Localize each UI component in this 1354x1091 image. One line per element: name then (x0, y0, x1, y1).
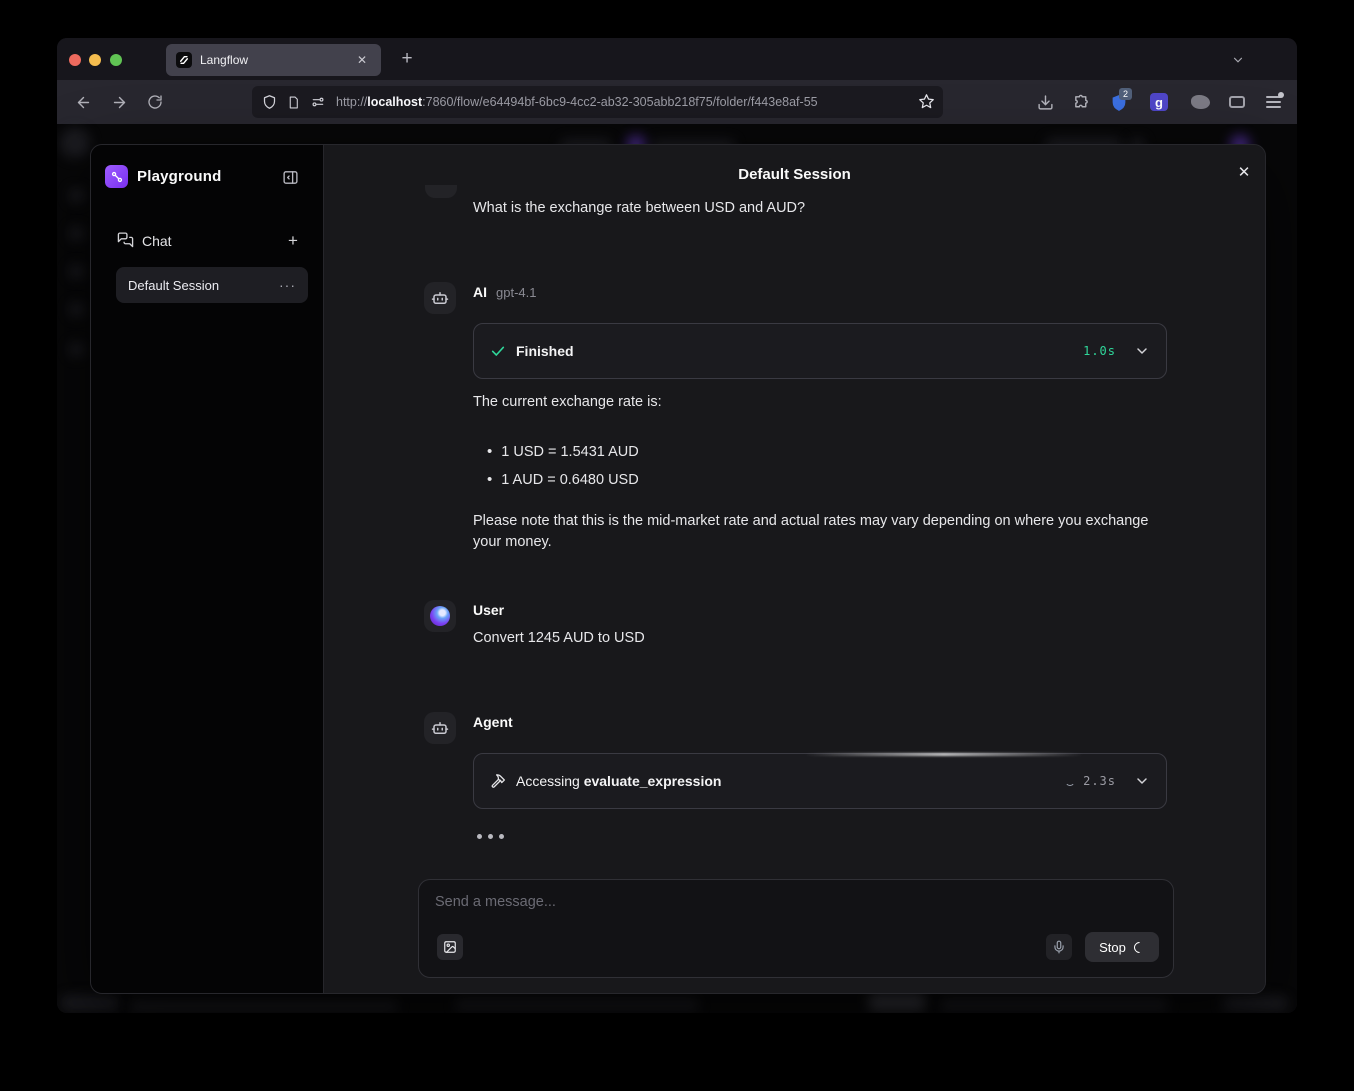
window-minimize-button[interactable] (89, 54, 101, 66)
new-tab-button[interactable]: + (393, 45, 421, 73)
session-label: Default Session (128, 278, 219, 293)
chat-section-row: Chat + (91, 227, 324, 255)
dimmed-status-text (455, 999, 699, 1010)
session-title: Default Session (324, 166, 1265, 183)
adblock-shield-icon[interactable]: 2 (1105, 88, 1133, 116)
exchange-rate-item: 1 USD = 1.5431 AUD (487, 443, 639, 460)
url-fade (873, 86, 913, 118)
user-sender-name: User (473, 602, 504, 618)
extension-badge: 2 (1119, 88, 1132, 100)
window-close-button[interactable] (69, 54, 81, 66)
extensions-puzzle-icon[interactable] (1067, 88, 1095, 116)
desktop-background: Langflow ✕ + (0, 0, 1354, 1091)
chat-panel: Default Session ✕ What is the exchange r… (324, 145, 1265, 993)
new-chat-button[interactable]: + (281, 229, 305, 253)
session-options-icon[interactable]: ··· (279, 277, 296, 293)
spinner-icon (1065, 776, 1075, 786)
chevron-down-icon[interactable] (1134, 343, 1150, 359)
ai-status-label: Finished (516, 343, 574, 359)
ai-status-box[interactable]: Finished 1.0s (473, 323, 1167, 379)
reload-button[interactable] (141, 88, 169, 116)
forward-button[interactable] (105, 88, 133, 116)
user-avatar (424, 600, 456, 632)
dimmed-status-text (940, 999, 1168, 1010)
permissions-icon[interactable] (310, 95, 326, 109)
tab-title: Langflow (200, 53, 248, 67)
dimmed-sidebar-icon (69, 264, 84, 279)
ai-message-intro: The current exchange rate is: (473, 394, 662, 410)
bookmark-star-icon[interactable] (918, 93, 935, 115)
user-message-text: Convert 1245 AUD to USD (473, 630, 645, 646)
dimmed-status-item (1222, 996, 1288, 1011)
downloads-button[interactable] (1031, 88, 1059, 116)
agent-tool-box[interactable]: Accessing evaluate_expression 2.3s (473, 753, 1167, 809)
playground-title: Playground (137, 168, 222, 185)
dimmed-status-button (868, 992, 926, 1011)
sidebar-item-default-session[interactable]: Default Session ··· (116, 267, 308, 303)
user-sender-row: User (473, 602, 504, 618)
grammar-extension-icon[interactable]: g (1145, 88, 1173, 116)
agent-tool-duration-row: 2.3s (1065, 774, 1116, 788)
agent-sender-row: Agent (473, 714, 513, 730)
agent-tool-label: Accessing evaluate_expression (516, 773, 721, 789)
menu-notification-dot (1278, 92, 1284, 98)
screenshot-tool-icon[interactable] (1223, 88, 1251, 116)
tab-list-chevron-icon[interactable] (1225, 47, 1251, 73)
window-zoom-button[interactable] (110, 54, 122, 66)
ai-status-duration: 1.0s (1083, 344, 1116, 358)
dimmed-sidebar-icon (69, 226, 84, 241)
stop-button[interactable]: Stop (1085, 932, 1159, 962)
browser-toolbar: http://localhost:7860/flow/e64494bf-6bc9… (57, 80, 1297, 124)
agent-sender-name: Agent (473, 714, 513, 730)
chat-bubbles-icon (117, 231, 134, 253)
message-previous-user: What is the exchange rate between USD an… (473, 200, 805, 216)
agent-avatar (424, 712, 456, 744)
dimmed-status-item (60, 995, 120, 1011)
tracking-shield-icon[interactable] (262, 94, 277, 110)
exchange-rate-item: 1 AUD = 0.6480 USD (487, 471, 639, 488)
ai-sender-row: AI gpt-4.1 (473, 284, 536, 300)
page-info-icon[interactable] (287, 95, 300, 110)
langflow-favicon-icon (176, 52, 192, 68)
browser-tab-bar: Langflow ✕ + (57, 38, 1297, 80)
check-icon (490, 343, 506, 359)
loading-shimmer (804, 753, 1084, 756)
dimmed-logo (60, 128, 90, 158)
url-text: http://localhost:7860/flow/e64494bf-6bc9… (336, 95, 933, 109)
tab-close-icon[interactable]: ✕ (353, 51, 371, 69)
ai-model-name: gpt-4.1 (496, 285, 536, 300)
menu-hamburger-icon[interactable] (1259, 88, 1287, 116)
extension-misc-icon[interactable] (1186, 88, 1214, 116)
ai-avatar (424, 282, 456, 314)
user-avatar-icon (430, 606, 450, 626)
chevron-down-icon[interactable] (1134, 773, 1150, 789)
browser-tab-langflow[interactable]: Langflow ✕ (166, 44, 381, 76)
dimmed-status-text (130, 1001, 398, 1011)
avatar (425, 185, 457, 198)
dimmed-sidebar-icon (69, 188, 84, 203)
message-input-box: Stop (418, 879, 1174, 978)
url-bar[interactable]: http://localhost:7860/flow/e64494bf-6bc9… (252, 86, 943, 118)
tool-name: evaluate_expression (584, 773, 722, 789)
ai-message-note: Please note that this is the mid-market … (473, 511, 1175, 552)
stop-spinner-icon (1132, 939, 1148, 955)
chat-section-label: Chat (142, 233, 172, 249)
attach-image-button[interactable] (437, 934, 463, 960)
collapse-sidebar-icon[interactable] (279, 166, 301, 188)
close-playground-icon[interactable]: ✕ (1233, 161, 1255, 183)
langflow-app-background: Playground Chat + Default Session ··· (57, 124, 1297, 1013)
playground-sidebar: Playground Chat + Default Session ··· (91, 145, 324, 993)
playground-modal: Playground Chat + Default Session ··· (90, 144, 1266, 994)
ai-sender-name: AI (473, 284, 487, 300)
typing-indicator (477, 834, 504, 839)
hammer-icon (490, 773, 506, 789)
back-button[interactable] (69, 88, 97, 116)
browser-window: Langflow ✕ + (57, 38, 1297, 1013)
dimmed-sidebar-icon (69, 342, 84, 357)
message-input[interactable] (435, 894, 995, 910)
dimmed-sidebar-icon (69, 302, 84, 317)
microphone-button[interactable] (1046, 934, 1072, 960)
langflow-logo-icon (105, 165, 128, 188)
